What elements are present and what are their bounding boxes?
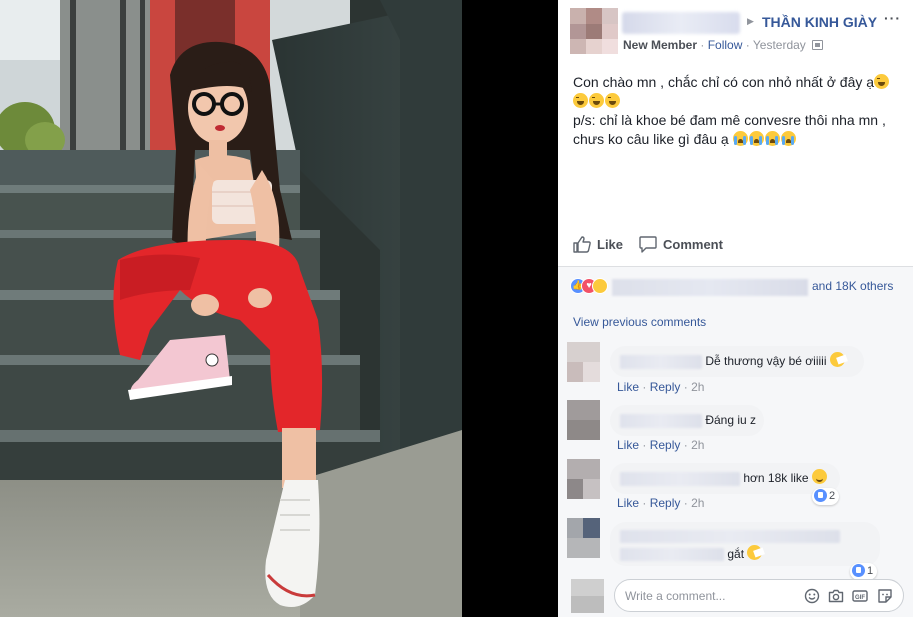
post-side-panel: ▶ THẦN KINH GIÀY ··· New Member · Follow… — [558, 0, 913, 617]
laughing-emoji-icon — [605, 93, 620, 108]
thumbs-up-icon — [573, 236, 591, 253]
comment-meta: Like · Reply · 2h — [617, 380, 705, 394]
comment-reply-link[interactable]: Reply — [650, 438, 681, 452]
post-text-line-4: chưs ko câu like gì đâu ạ — [573, 131, 729, 147]
avatar — [571, 579, 604, 613]
reactions-summary[interactable]: 👍 ♥ and 18K others — [570, 276, 910, 296]
girl-on-stairs-photo — [0, 0, 462, 617]
like-reaction-icon — [814, 489, 827, 502]
post-body: Con chào mn , chắc chỉ có con nhỏ nhất ở… — [573, 73, 905, 149]
comment-input-placeholder: Write a comment... — [625, 589, 726, 603]
comment-meta: Like · Reply · 2h — [617, 438, 705, 452]
comment-meta: Like · Reply · 2h — [617, 496, 705, 510]
crying-emoji-icon — [780, 131, 796, 146]
post-meta: New Member · Follow · Yesterday — [623, 38, 824, 52]
comment-time[interactable]: 2h — [691, 438, 704, 452]
post-actions: Like Comment — [558, 232, 913, 262]
comment-like-link[interactable]: Like — [617, 438, 639, 452]
arrow-right-icon: ▶ — [747, 16, 754, 26]
author-name-blurred[interactable] — [622, 12, 740, 34]
commenter-name-blurred[interactable] — [620, 471, 740, 486]
more-options-icon[interactable]: ··· — [884, 10, 901, 26]
comment-bubble: gắt — [610, 522, 880, 566]
comment-like-link[interactable]: Like — [617, 496, 639, 510]
post-header: ▶ THẦN KINH GIÀY ··· New Member · Follow… — [558, 0, 913, 60]
post-photo[interactable] — [0, 0, 462, 617]
avatar[interactable] — [567, 342, 600, 382]
avatar[interactable] — [567, 518, 600, 558]
speech-bubble-icon — [639, 236, 657, 253]
view-previous-comments-link[interactable]: View previous comments — [573, 315, 706, 329]
post-text-line-3: p/s: chỉ là khoe bé đam mê convesre thôi… — [573, 112, 886, 128]
commenter-name-blurred[interactable] — [620, 413, 702, 428]
photo-viewer — [0, 0, 558, 617]
laughing-emoji-icon — [874, 74, 890, 89]
comment-label: Comment — [663, 237, 723, 252]
comment-text-blurred — [620, 548, 724, 562]
smiling-emoji-icon — [811, 469, 827, 484]
reactions-others-link[interactable]: and 18K others — [812, 279, 893, 293]
comment-like-link[interactable]: Like — [617, 380, 639, 394]
comment-button[interactable]: Comment — [639, 236, 723, 253]
avatar[interactable] — [567, 459, 600, 499]
svg-text:GIF: GIF — [855, 595, 865, 601]
haha-reaction-icon — [592, 278, 608, 294]
commenter-name-blurred[interactable] — [620, 354, 702, 369]
comment-text: hơn 18k like — [743, 471, 809, 485]
camera-icon[interactable] — [828, 588, 844, 604]
group-name-link[interactable]: THẦN KINH GIÀY — [762, 14, 877, 30]
follow-link[interactable]: Follow — [708, 38, 743, 52]
post-time[interactable]: Yesterday — [753, 38, 806, 52]
member-role: New Member — [623, 38, 698, 52]
group-audience-icon — [812, 40, 824, 50]
like-label: Like — [597, 237, 624, 252]
comment-bubble: hơn 18k like — [610, 463, 840, 494]
comment-bubble: Dễ thương vậy bé ơiiiii — [610, 346, 864, 377]
sticker-icon[interactable] — [877, 588, 893, 604]
comment-composer: Write a comment... GIF — [558, 575, 913, 617]
emoji-icon[interactable] — [804, 588, 820, 604]
comment-input[interactable]: Write a comment... GIF — [614, 579, 904, 612]
like-button[interactable]: Like — [573, 236, 623, 253]
comment-text: Dễ thương vậy bé ơiiiii — [705, 354, 827, 368]
comment-bubble: Đáng iu z — [610, 405, 764, 436]
comment-reply-link[interactable]: Reply — [650, 496, 681, 510]
gif-icon[interactable]: GIF — [852, 588, 868, 604]
crying-emoji-icon — [732, 131, 748, 146]
pacman-emoji-icon — [829, 352, 845, 367]
avatar[interactable] — [567, 400, 600, 440]
comment-reply-link[interactable]: Reply — [650, 380, 681, 394]
comment-text: Đáng iu z — [705, 413, 757, 427]
author-avatar[interactable] — [570, 8, 618, 54]
comment-time[interactable]: 2h — [691, 380, 704, 394]
comment-text: gắt — [727, 547, 745, 561]
crying-emoji-icon — [764, 131, 780, 146]
commenter-name-blurred[interactable] — [620, 530, 840, 544]
laughing-emoji-icon — [573, 93, 588, 108]
laughing-emoji-icon — [589, 93, 604, 108]
post-text-line-1: Con chào mn , chắc chỉ có con nhỏ nhất ở… — [573, 74, 875, 90]
crying-emoji-icon — [748, 131, 764, 146]
comment-reaction-count[interactable]: 2 — [812, 488, 840, 505]
pacman-emoji-icon — [747, 545, 763, 560]
comment-time[interactable]: 2h — [691, 496, 704, 510]
reactor-names-blurred — [612, 279, 808, 296]
